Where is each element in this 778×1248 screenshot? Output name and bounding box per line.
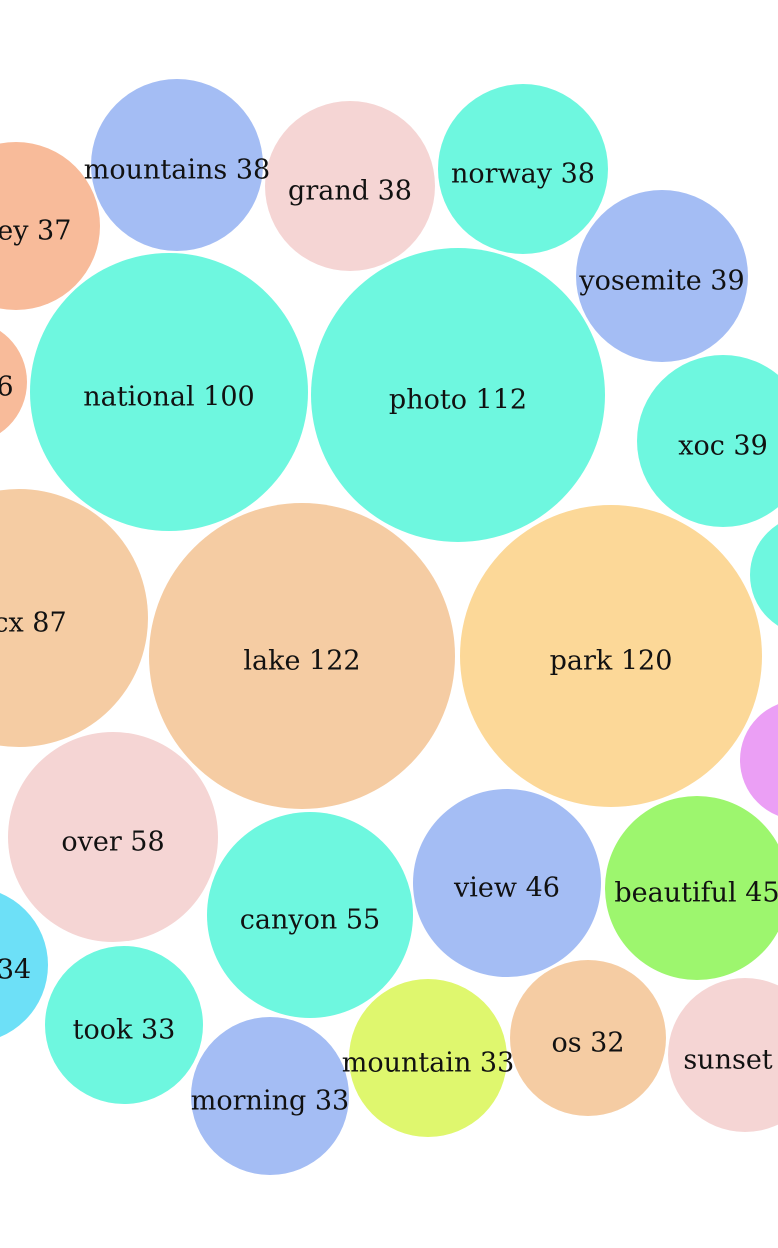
bubble-label-took: took 33	[73, 1015, 176, 1046]
bubble-label-canyon: canyon 55	[240, 905, 380, 936]
bubble-label-national: national 100	[83, 382, 254, 413]
bubble-label-grand: grand 38	[288, 176, 412, 207]
bubble-label-xoc: xoc 39	[678, 431, 768, 462]
bubble-label-view: view 46	[453, 873, 560, 904]
bubble-label-sunset: sunset	[683, 1045, 772, 1076]
bubble-label-park: park 120	[550, 646, 673, 677]
bubble-label-beautiful: beautiful 45	[614, 878, 778, 909]
bubble-label-over: over 58	[61, 827, 164, 858]
bubble-label-norway: norway 38	[451, 159, 595, 190]
bubble-label-os: os 32	[551, 1028, 624, 1059]
bubble-label-yosemite: yosemite 39	[578, 266, 744, 297]
bubble-label-bubble-21: 6	[0, 372, 14, 403]
bubble-label-lake: lake 122	[243, 646, 360, 677]
bubble-label-bubble-15: 34	[0, 955, 31, 986]
bubble-label-bubble-4: cx 87	[0, 608, 67, 639]
bubble-label-photo: photo 112	[389, 385, 527, 416]
bubble-label-mountains: mountains 38	[84, 155, 270, 186]
bubble-label-morning: morning 33	[191, 1086, 349, 1117]
bubble-label-bubble-14: ley 37	[0, 216, 71, 247]
bubbles-layer	[0, 79, 778, 1175]
bubble-chart: lake 122 park 120 photo 112 national 100 cx …	[0, 79, 778, 1175]
bubble-label-mountain: mountain 33	[342, 1048, 515, 1079]
